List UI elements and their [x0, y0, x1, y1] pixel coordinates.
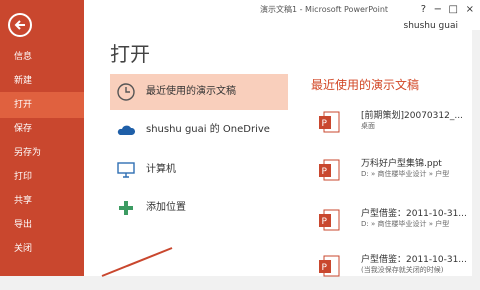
recent-title: 最近使用的演示文稿: [311, 78, 420, 92]
window-title: 演示文稿1 - Microsoft PowerPoint: [260, 5, 389, 14]
back-button[interactable]: [8, 13, 32, 37]
nav-item-new[interactable]: 新建: [0, 68, 84, 94]
backstage-nav: 信息 新建 打开 保存 另存为 打印 共享 导出 关闭: [0, 0, 84, 276]
recent-file[interactable]: P 万科好户型集锦.ppt D: » 商住楼毕业设计 » 户型: [311, 154, 471, 194]
file-name: [前期策划]20070312_...: [361, 111, 463, 121]
file-path: 桌面: [361, 122, 375, 130]
ppt-file-icon: P: [319, 209, 340, 231]
page-title: 打开: [110, 42, 150, 66]
place-label: shushu guai 的 OneDrive: [146, 124, 270, 135]
svg-text:P: P: [322, 167, 328, 177]
annotation-arrow-icon: [101, 247, 173, 277]
recent-file[interactable]: P 户型借鉴：2011-10-31... D: » 商住楼毕业设计 » 户型: [311, 204, 471, 244]
svg-text:P: P: [322, 217, 328, 227]
ppt-file-icon: P: [319, 255, 340, 277]
nav-item-info[interactable]: 信息: [0, 44, 84, 70]
file-path: D: » 商住楼毕业设计 » 户型: [361, 170, 450, 178]
nav-item-export[interactable]: 导出: [0, 212, 84, 238]
svg-text:P: P: [322, 263, 328, 273]
scrollbar[interactable]: [472, 30, 480, 276]
ppt-file-icon: P: [319, 111, 340, 133]
help-button[interactable]: ?: [421, 4, 426, 15]
nav-item-open[interactable]: 打开: [0, 92, 84, 118]
maximize-button[interactable]: □: [449, 4, 458, 15]
nav-item-print[interactable]: 打印: [0, 164, 84, 190]
recent-file[interactable]: P 户型借鉴：2011-10-31... (当我没保存就关闭的时候): [311, 250, 471, 290]
place-computer[interactable]: 计算机: [110, 152, 288, 188]
nav-item-save[interactable]: 保存: [0, 116, 84, 142]
place-recent[interactable]: 最近使用的演示文稿: [110, 74, 288, 110]
place-add[interactable]: 添加位置: [110, 190, 288, 226]
file-path: (当我没保存就关闭的时候): [361, 266, 444, 274]
back-arrow-icon: [14, 20, 25, 30]
place-onedrive[interactable]: shushu guai 的 OneDrive: [110, 112, 288, 148]
place-label: 添加位置: [146, 202, 186, 213]
file-name: 万科好户型集锦.ppt: [361, 159, 442, 169]
file-path: D: » 商住楼毕业设计 » 户型: [361, 220, 450, 228]
nav-item-close[interactable]: 关闭: [0, 236, 84, 262]
nav-item-share[interactable]: 共享: [0, 188, 84, 214]
ppt-file-icon: P: [319, 159, 340, 181]
user-name[interactable]: shushu guai: [404, 21, 459, 31]
close-window-button[interactable]: ×: [466, 4, 474, 15]
plus-icon: [119, 201, 133, 215]
svg-text:P: P: [322, 119, 328, 129]
file-name: 户型借鉴：2011-10-31...: [361, 209, 467, 219]
clock-icon: [117, 83, 135, 101]
place-label: 计算机: [146, 164, 176, 175]
cloud-icon: [117, 125, 136, 135]
recent-file[interactable]: P [前期策划]20070312_... 桌面: [311, 106, 471, 146]
minimize-button[interactable]: −: [434, 4, 442, 15]
place-label: 最近使用的演示文稿: [146, 86, 236, 97]
file-name: 户型借鉴：2011-10-31...: [361, 255, 467, 265]
nav-item-save-as[interactable]: 另存为: [0, 140, 84, 166]
computer-icon: [117, 162, 135, 178]
